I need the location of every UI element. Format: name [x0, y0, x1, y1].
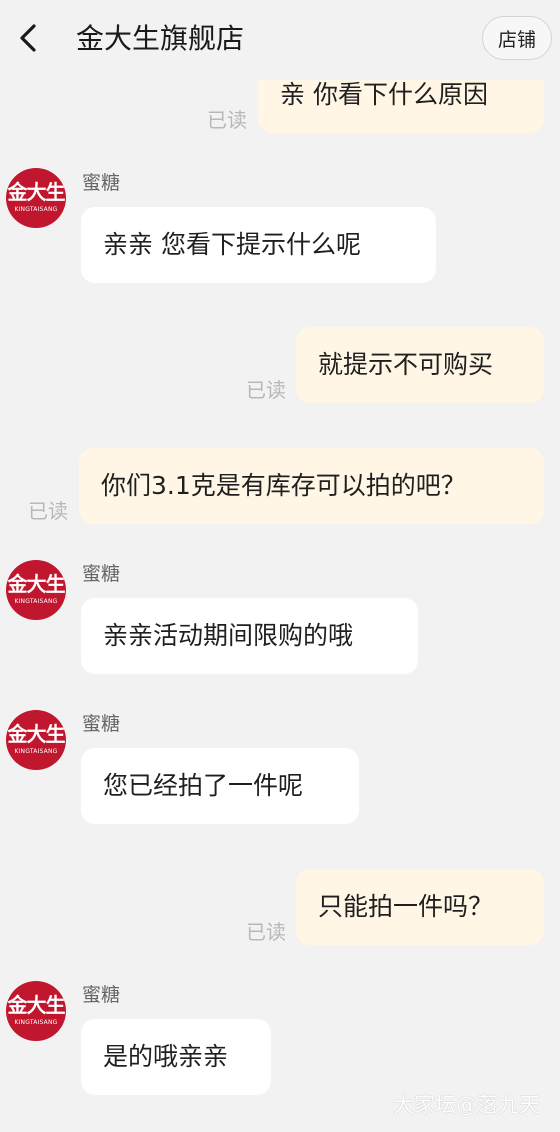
sender-name: 蜜糖 [82, 984, 121, 1006]
message-bubble-incoming[interactable]: 是的哦亲亲 [81, 1019, 271, 1095]
avatar-logo-text: 金大生 [7, 993, 66, 1017]
avatar-logo-subtext: KINGTAISANG [14, 206, 58, 213]
avatar-logo-text: 金大生 [7, 722, 66, 746]
message-bubble-outgoing[interactable]: 只能拍一件吗？ [296, 869, 544, 945]
message-bubble-outgoing[interactable]: 你们3.1克是有库存可以拍的吧？ [79, 448, 544, 524]
avatar-logo-subtext: KINGTAISANG [14, 748, 58, 755]
chevron-left-icon [20, 24, 36, 52]
store-button[interactable]: 店铺 [482, 16, 552, 60]
avatar-logo-text: 金大生 [7, 572, 66, 596]
avatar-logo-subtext: KINGTAISANG [14, 1019, 58, 1026]
seller-avatar[interactable]: 金大生 KINGTAISANG [6, 168, 66, 228]
message-bubble-incoming[interactable]: 亲亲 您看下提示什么呢 [81, 207, 436, 283]
read-status: 已读 [28, 499, 68, 523]
seller-avatar[interactable]: 金大生 KINGTAISANG [6, 560, 66, 620]
seller-avatar[interactable]: 金大生 KINGTAISANG [6, 710, 66, 770]
avatar-logo-subtext: KINGTAISANG [14, 598, 58, 605]
forum-watermark: 大家坛@落九天 [393, 1093, 540, 1117]
read-status: 已读 [246, 378, 286, 402]
sender-name: 蜜糖 [82, 563, 121, 585]
message-bubble-incoming[interactable]: 您已经拍了一件呢 [81, 748, 359, 824]
avatar-logo-text: 金大生 [7, 180, 66, 204]
read-status: 已读 [207, 108, 247, 132]
shop-title: 金大生旗舰店 [76, 22, 245, 55]
message-bubble-incoming[interactable]: 亲亲活动期间限购的哦 [81, 598, 418, 674]
back-button[interactable] [8, 16, 48, 60]
chat-header: 金大生旗舰店 店铺 [0, 0, 560, 80]
sender-name: 蜜糖 [82, 713, 121, 735]
sender-name: 蜜糖 [82, 172, 121, 194]
message-bubble-outgoing[interactable]: 就提示不可购买 [296, 327, 544, 403]
seller-avatar[interactable]: 金大生 KINGTAISANG [6, 981, 66, 1041]
read-status: 已读 [246, 920, 286, 944]
